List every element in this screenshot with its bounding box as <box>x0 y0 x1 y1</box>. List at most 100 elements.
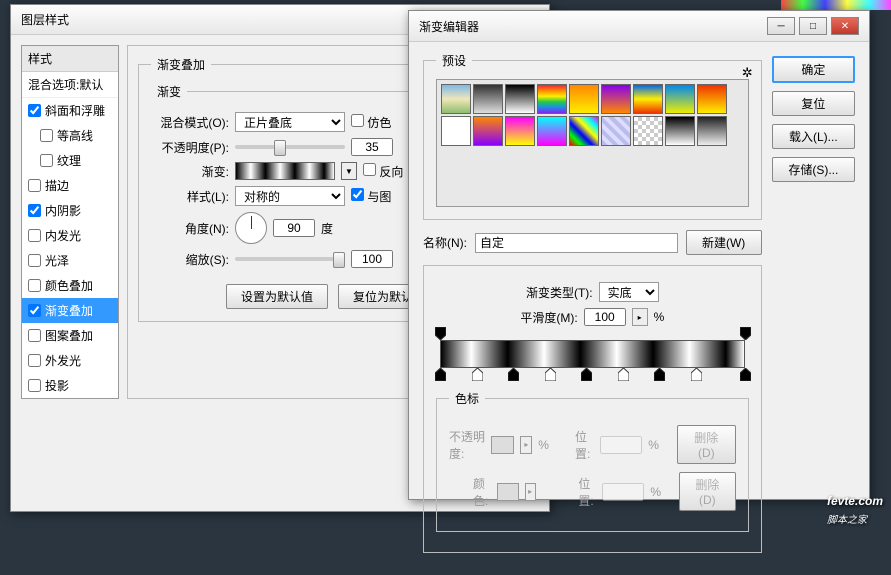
preset-swatch-8[interactable] <box>697 84 727 114</box>
style-item-5[interactable]: 内发光 <box>22 223 118 248</box>
name-input[interactable] <box>475 233 678 253</box>
blend-options-header[interactable]: 混合选项:默认 <box>22 72 118 98</box>
opacity-stop[interactable] <box>740 327 751 340</box>
style-select[interactable]: 对称的 <box>235 186 345 206</box>
preset-swatch-1[interactable] <box>473 84 503 114</box>
color-stop[interactable] <box>508 368 519 381</box>
style-item-4[interactable]: 内阴影 <box>22 198 118 223</box>
preset-swatch-3[interactable] <box>537 84 567 114</box>
style-checkbox[interactable] <box>28 354 41 367</box>
style-item-7[interactable]: 颜色叠加 <box>22 273 118 298</box>
style-checkbox[interactable] <box>28 279 41 292</box>
align-checkbox[interactable]: 与图 <box>351 188 391 205</box>
preset-swatch-14[interactable] <box>601 116 631 146</box>
style-checkbox[interactable] <box>28 204 41 217</box>
color-stop[interactable] <box>740 368 751 381</box>
preset-swatch-4[interactable] <box>569 84 599 114</box>
opacity-input[interactable] <box>351 138 393 156</box>
style-item-3[interactable]: 描边 <box>22 173 118 198</box>
color-stop[interactable] <box>581 368 592 381</box>
color-stop[interactable] <box>472 368 483 381</box>
preset-swatch-11[interactable] <box>505 116 535 146</box>
load-button[interactable]: 载入(L)... <box>772 124 855 149</box>
preset-swatch-9[interactable] <box>441 116 471 146</box>
preset-swatch-6[interactable] <box>633 84 663 114</box>
angle-label: 角度(N): <box>151 220 229 237</box>
style-item-11[interactable]: 投影 <box>22 373 118 398</box>
stop-color-label: 颜色: <box>473 475 491 509</box>
blend-mode-label: 混合模式(O): <box>151 114 229 131</box>
style-item-9[interactable]: 图案叠加 <box>22 323 118 348</box>
gradient-dropdown-icon[interactable]: ▼ <box>341 162 357 180</box>
preset-swatch-10[interactable] <box>473 116 503 146</box>
preset-swatch-15[interactable] <box>633 116 663 146</box>
maximize-button[interactable]: □ <box>799 17 827 35</box>
styles-header[interactable]: 样式 <box>22 46 118 72</box>
new-button[interactable]: 新建(W) <box>686 230 762 255</box>
color-stop[interactable] <box>691 368 702 381</box>
style-label: 图案叠加 <box>45 327 93 344</box>
style-checkbox[interactable] <box>28 179 41 192</box>
close-button[interactable]: ✕ <box>831 17 859 35</box>
style-label: 渐变叠加 <box>45 302 93 319</box>
style-item-6[interactable]: 光泽 <box>22 248 118 273</box>
preset-swatch-17[interactable] <box>697 116 727 146</box>
style-item-1[interactable]: 等高线 <box>22 123 118 148</box>
scale-slider[interactable] <box>235 257 345 261</box>
reset-button[interactable]: 复位 <box>772 91 855 116</box>
style-label: 颜色叠加 <box>45 277 93 294</box>
minimize-button[interactable]: ─ <box>767 17 795 35</box>
ok-button[interactable]: 确定 <box>772 56 855 83</box>
gradient-overlay-legend: 渐变叠加 <box>151 56 211 73</box>
smooth-input[interactable] <box>584 308 626 326</box>
style-checkbox[interactable] <box>28 304 41 317</box>
gradient-preview[interactable] <box>235 162 335 180</box>
stop-opacity-label: 不透明度: <box>449 428 485 462</box>
gradient-bar[interactable] <box>440 340 745 368</box>
blend-mode-select[interactable]: 正片叠底 <box>235 112 345 132</box>
style-label: 斜面和浮雕 <box>45 102 105 119</box>
style-checkbox[interactable] <box>28 104 41 117</box>
style-checkbox[interactable] <box>28 379 41 392</box>
opacity-stop[interactable] <box>435 327 446 340</box>
style-checkbox[interactable] <box>28 229 41 242</box>
preset-swatch-5[interactable] <box>601 84 631 114</box>
type-select[interactable]: 实底 <box>599 282 659 302</box>
smooth-dropdown-icon[interactable]: ▸ <box>632 308 648 326</box>
reverse-checkbox[interactable]: 反向 <box>363 163 403 180</box>
opacity-slider[interactable] <box>235 145 345 149</box>
style-checkbox[interactable] <box>28 329 41 342</box>
style-label: 描边 <box>45 177 69 194</box>
set-default-button[interactable]: 设置为默认值 <box>226 284 328 309</box>
color-stop[interactable] <box>654 368 665 381</box>
delete-opacity-stop-button: 删除(D) <box>677 425 736 464</box>
angle-input[interactable] <box>273 219 315 237</box>
style-label: 内发光 <box>45 227 81 244</box>
color-stop[interactable] <box>435 368 446 381</box>
preset-swatch-16[interactable] <box>665 116 695 146</box>
style-label: 外发光 <box>45 352 81 369</box>
style-item-8[interactable]: 渐变叠加 <box>22 298 118 323</box>
angle-dial[interactable] <box>235 212 267 244</box>
style-checkbox[interactable] <box>40 129 53 142</box>
scale-input[interactable] <box>351 250 393 268</box>
style-item-0[interactable]: 斜面和浮雕 <box>22 98 118 123</box>
preset-swatch-2[interactable] <box>505 84 535 114</box>
preset-swatch-13[interactable] <box>569 116 599 146</box>
preset-swatch-12[interactable] <box>537 116 567 146</box>
save-button[interactable]: 存储(S)... <box>772 157 855 182</box>
style-checkbox[interactable] <box>28 254 41 267</box>
style-item-10[interactable]: 外发光 <box>22 348 118 373</box>
stop-position-label: 位置: <box>575 428 594 462</box>
preset-swatch-7[interactable] <box>665 84 695 114</box>
color-stop[interactable] <box>545 368 556 381</box>
delete-color-stop-button: 删除(D) <box>679 472 736 511</box>
style-checkbox[interactable] <box>40 154 53 167</box>
dither-checkbox[interactable]: 仿色 <box>351 114 391 131</box>
gradient-editor-titlebar[interactable]: 渐变编辑器 ─ □ ✕ <box>409 11 869 42</box>
preset-swatch-0[interactable] <box>441 84 471 114</box>
opacity-label: 不透明度(P): <box>151 139 229 156</box>
style-item-2[interactable]: 纹理 <box>22 148 118 173</box>
gear-icon[interactable]: ✲ <box>742 65 753 81</box>
color-stop[interactable] <box>618 368 629 381</box>
